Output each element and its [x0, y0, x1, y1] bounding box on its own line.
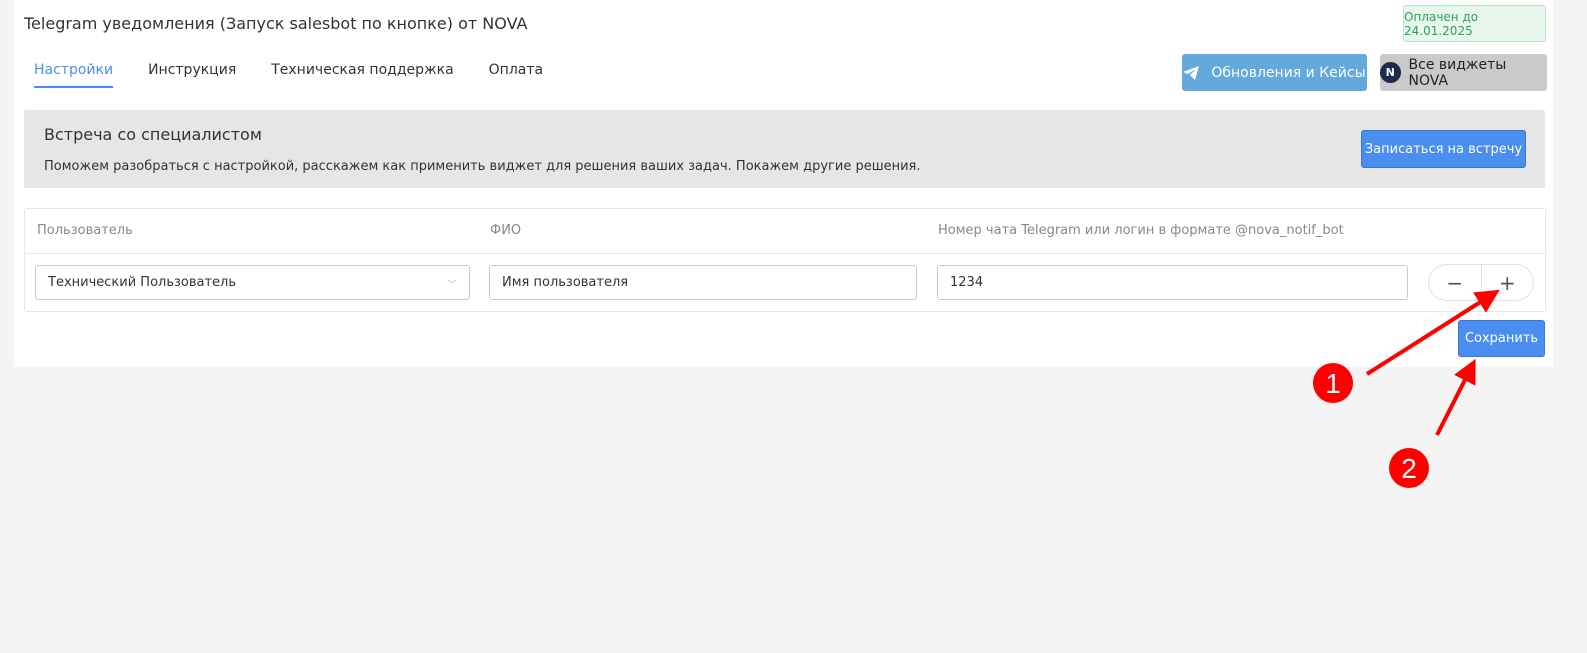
step-1-label: 1 [1325, 368, 1341, 399]
step-2-label: 2 [1401, 453, 1417, 484]
arrow-2 [1435, 358, 1476, 436]
annotation-overlay: 1 2 [1313, 289, 1500, 488]
arrow-1 [1365, 289, 1500, 376]
